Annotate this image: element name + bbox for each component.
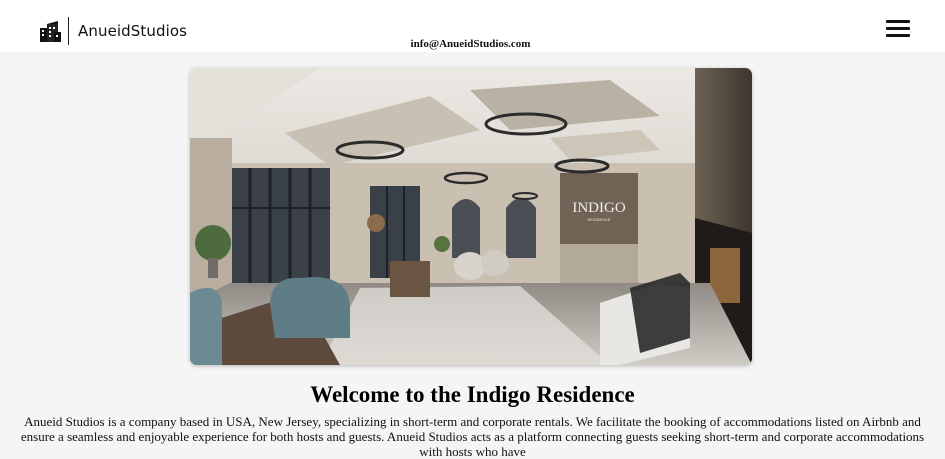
site-header: AnueidStudios info@AnueidStudios.com [0,0,945,52]
contact-email-text[interactable]: info@AnueidStudios.com [411,38,531,50]
hero-image: INDIGO RESIDENCE [190,68,752,365]
hamburger-menu-icon [886,20,910,23]
contact-email: info@AnueidStudios.com [0,38,945,50]
page-title: Welcome to the Indigo Residence [310,382,635,407]
intro-paragraph: Anueid Studios is a company based in USA… [20,414,925,459]
lobby-illustration: INDIGO RESIDENCE [190,68,752,365]
indigo-sign-subtext: RESIDENCE [587,217,611,222]
hamburger-menu-button[interactable] [886,20,910,38]
indigo-sign-text: INDIGO [572,200,625,216]
